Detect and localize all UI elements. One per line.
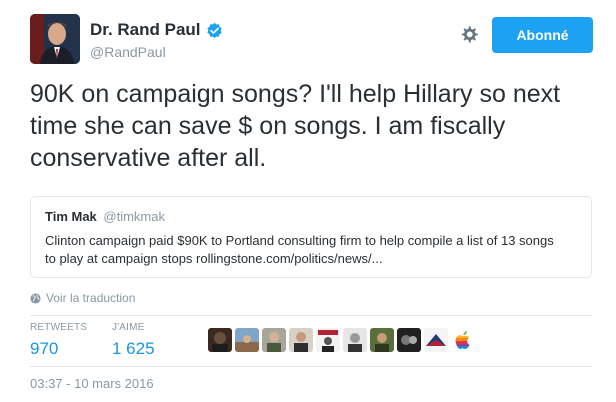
liker-avatar-2[interactable] <box>235 328 259 352</box>
liker-avatar-1[interactable] <box>208 328 232 352</box>
tweet-header: Dr. Rand Paul @RandPaul Abonné <box>30 14 596 66</box>
follow-button[interactable]: Abonné <box>492 17 593 53</box>
author-avatar[interactable] <box>30 14 80 64</box>
quoted-tweet-text: Clinton campaign paid $90K to Portland c… <box>45 233 554 266</box>
quoted-tweet[interactable]: Tim Mak @timkmak Clinton campaign paid $… <box>30 196 592 278</box>
divider <box>30 315 592 316</box>
liker-avatar-3[interactable] <box>262 328 286 352</box>
author-names: Dr. Rand Paul @RandPaul <box>90 20 223 60</box>
retweets-stat[interactable]: RETWEETS 970 <box>30 322 87 359</box>
globe-icon <box>30 292 41 304</box>
tweet-timestamp[interactable]: 03:37 - 10 mars 2016 <box>30 376 154 391</box>
tweet-text: 90K on campaign songs? I'll help Hillary… <box>30 80 561 172</box>
retweets-count: 970 <box>30 339 59 358</box>
likers-list <box>208 328 475 352</box>
display-name[interactable]: Dr. Rand Paul <box>90 20 201 40</box>
quoted-author-handle: @timkmak <box>103 209 165 224</box>
quoted-author-name: Tim Mak <box>45 209 97 224</box>
liker-avatar-7[interactable] <box>370 328 394 352</box>
verified-badge-icon <box>206 22 222 38</box>
liker-avatar-6[interactable] <box>343 328 367 352</box>
likes-count: 1 625 <box>112 339 155 358</box>
translate-label: Voir la traduction <box>46 291 136 305</box>
divider <box>30 366 592 367</box>
screen-name[interactable]: @RandPaul <box>90 44 223 60</box>
liker-avatar-9[interactable] <box>424 328 448 352</box>
liker-avatar-4[interactable] <box>289 328 313 352</box>
tweet-stats: RETWEETS 970 J'AIME 1 625 <box>30 322 592 364</box>
gear-icon[interactable] <box>458 24 480 46</box>
liker-avatar-5[interactable] <box>316 328 340 352</box>
liker-avatar-8[interactable] <box>397 328 421 352</box>
apple-logo-icon[interactable] <box>451 328 475 352</box>
retweets-label: RETWEETS <box>30 322 88 333</box>
likes-label: J'AIME <box>112 322 145 333</box>
likes-stat[interactable]: J'AIME 1 625 <box>112 322 155 359</box>
translate-link[interactable]: Voir la traduction <box>30 291 135 305</box>
